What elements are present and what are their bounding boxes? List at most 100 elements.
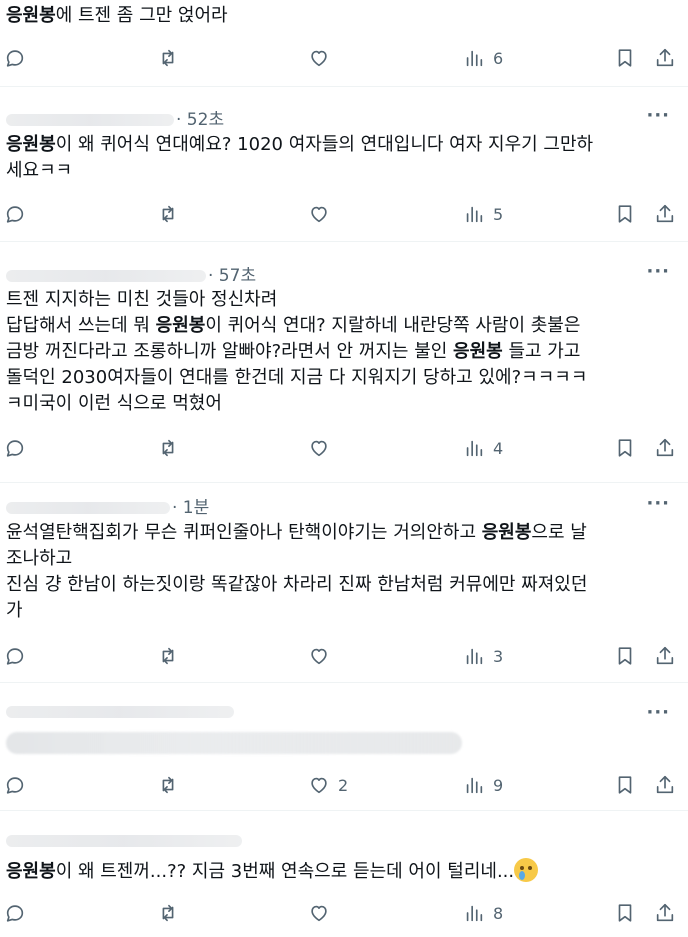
post-time[interactable]: · 57초 xyxy=(208,266,256,286)
reply-button[interactable] xyxy=(4,435,34,461)
views-icon xyxy=(463,47,485,69)
redacted-author xyxy=(6,835,242,847)
post[interactable]: 응원봉이 왜 트젠꺼...?? 지금 3번째 연속으로 듣는데 어이 털리네..… xyxy=(0,810,688,937)
redaction-blur xyxy=(6,732,462,754)
more-icon[interactable]: ··· xyxy=(646,261,670,282)
share-button[interactable] xyxy=(654,45,676,71)
action-bar: 8 xyxy=(0,900,688,926)
repost-button[interactable] xyxy=(157,45,187,71)
bookmark-icon xyxy=(614,203,636,225)
post-time[interactable]: · 1분 xyxy=(172,498,209,518)
views-button[interactable]: 6 xyxy=(463,45,503,71)
views-icon xyxy=(463,437,485,459)
views-button[interactable]: 4 xyxy=(463,435,503,461)
bookmark-icon xyxy=(614,47,636,69)
post-text: 트젠 지지하는 미친 것들아 정신차려 답답해서 쓰는데 뭐 응원봉이 퀴어식 … xyxy=(6,287,678,417)
action-bar: 6 xyxy=(0,45,688,71)
heart-icon xyxy=(308,774,330,796)
views-button[interactable]: 8 xyxy=(463,900,503,926)
post-text-segment: 에 트젠 좀 그만 얹어라 xyxy=(55,5,228,26)
post-text: 응원봉이 왜 퀴어식 연대예요? 1020 여자들의 연대입니다 여자 지우기 … xyxy=(6,132,678,184)
face-holding-back-tears-icon xyxy=(514,858,539,882)
post[interactable]: · 57초 ··· 트젠 지지하는 미친 것들아 정신차려 답답해서 쓰는데 뭐… xyxy=(0,241,688,483)
keyword-highlight: 응원봉 xyxy=(6,134,56,155)
like-button[interactable] xyxy=(308,45,338,71)
post-text-segment: 이 왜 트젠꺼...?? 지금 3번째 연속으로 듣는데 어이 털리네... xyxy=(55,861,515,882)
heart-icon xyxy=(308,203,330,225)
post[interactable]: · 1분 ··· 윤석열탄핵집회가 무슨 퀴퍼인줄아나 탄핵이야기는 거의안하고… xyxy=(0,482,688,683)
views-icon xyxy=(463,774,485,796)
repost-button[interactable] xyxy=(157,900,187,926)
reply-icon xyxy=(4,437,26,459)
share-icon xyxy=(654,437,676,459)
reply-button[interactable] xyxy=(4,643,34,669)
heart-icon xyxy=(308,645,330,667)
repost-button[interactable] xyxy=(157,772,187,798)
repost-icon xyxy=(157,47,179,69)
post-text: 응원봉이 왜 트젠꺼...?? 지금 3번째 연속으로 듣는데 어이 털리네..… xyxy=(6,858,678,885)
views-count: 3 xyxy=(493,646,504,666)
more-icon[interactable]: ··· xyxy=(646,493,670,514)
share-button[interactable] xyxy=(654,900,676,926)
like-button[interactable] xyxy=(308,435,338,461)
redacted-author xyxy=(6,502,170,514)
bookmark-button[interactable] xyxy=(614,643,636,669)
share-button[interactable] xyxy=(654,772,676,798)
bookmark-icon xyxy=(614,437,636,459)
action-bar: 3 xyxy=(0,643,688,669)
repost-icon xyxy=(157,437,179,459)
redacted-author xyxy=(6,270,206,282)
post-text: 응원봉에 트젠 좀 그만 얹어라 xyxy=(6,3,678,29)
action-bar: 29 xyxy=(0,772,688,798)
post[interactable]: 응원봉에 트젠 좀 그만 얹어라 6 xyxy=(0,0,688,86)
views-button[interactable]: 9 xyxy=(463,772,503,798)
likes-count: 2 xyxy=(338,775,349,795)
redacted-post-text xyxy=(6,732,466,762)
bookmark-icon xyxy=(614,645,636,667)
bookmark-button[interactable] xyxy=(614,900,636,926)
like-button[interactable]: 2 xyxy=(308,772,348,798)
post-header: · 57초 xyxy=(6,261,256,286)
bookmark-icon xyxy=(614,902,636,924)
post-text-segment: 이 왜 퀴어식 연대예요? 1020 여자들의 연대입니다 여자 지우기 그만하… xyxy=(6,134,594,181)
post[interactable]: ··· 29 xyxy=(0,682,688,811)
post-text-segment: 윤석열탄핵집회가 무슨 퀴퍼인줄아나 탄핵이야기는 거의안하고 xyxy=(6,522,482,543)
reply-icon xyxy=(4,203,26,225)
bookmark-button[interactable] xyxy=(614,435,636,461)
bookmark-button[interactable] xyxy=(614,45,636,71)
post-header xyxy=(6,702,234,724)
repost-button[interactable] xyxy=(157,201,187,227)
post-header: · 1분 xyxy=(6,493,209,518)
views-icon xyxy=(463,902,485,924)
views-count: 5 xyxy=(493,204,504,224)
share-icon xyxy=(654,645,676,667)
repost-icon xyxy=(157,203,179,225)
share-button[interactable] xyxy=(654,643,676,669)
repost-button[interactable] xyxy=(157,643,187,669)
like-button[interactable] xyxy=(308,201,338,227)
redacted-author xyxy=(6,114,174,126)
keyword-highlight: 응원봉 xyxy=(6,5,56,26)
reply-button[interactable] xyxy=(4,45,34,71)
post-time[interactable]: · 52초 xyxy=(176,110,224,130)
share-button[interactable] xyxy=(654,201,676,227)
more-icon[interactable]: ··· xyxy=(646,702,670,723)
views-button[interactable]: 3 xyxy=(463,643,503,669)
repost-icon xyxy=(157,902,179,924)
reply-button[interactable] xyxy=(4,772,34,798)
reply-button[interactable] xyxy=(4,201,34,227)
post-header: · 52초 xyxy=(6,105,224,130)
reply-icon xyxy=(4,902,26,924)
share-icon xyxy=(654,203,676,225)
share-button[interactable] xyxy=(654,435,676,461)
repost-button[interactable] xyxy=(157,435,187,461)
bookmark-button[interactable] xyxy=(614,201,636,227)
more-icon[interactable]: ··· xyxy=(646,105,670,126)
bookmark-button[interactable] xyxy=(614,772,636,798)
views-button[interactable]: 5 xyxy=(463,201,503,227)
like-button[interactable] xyxy=(308,643,338,669)
heart-icon xyxy=(308,437,330,459)
reply-button[interactable] xyxy=(4,900,34,926)
post[interactable]: · 52초 ··· 응원봉이 왜 퀴어식 연대예요? 1020 여자들의 연대입… xyxy=(0,86,688,242)
like-button[interactable] xyxy=(308,900,338,926)
